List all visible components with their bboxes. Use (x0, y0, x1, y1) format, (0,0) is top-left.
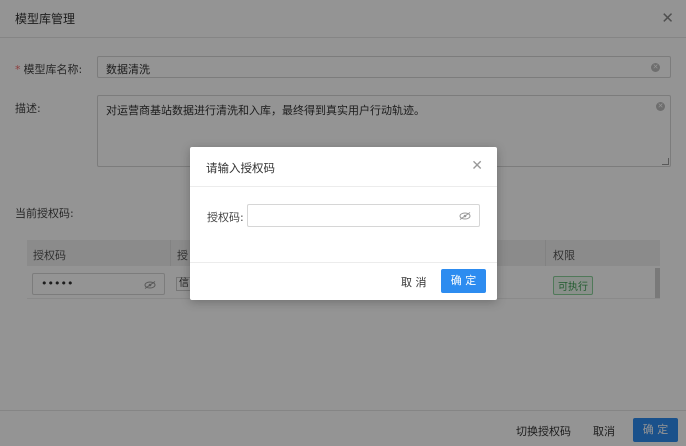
modal-confirm-button[interactable]: 确 定 (441, 269, 486, 293)
auth-code-input[interactable] (247, 204, 480, 227)
modal-cancel-button[interactable]: 取 消 (401, 274, 427, 290)
modal-title: 请输入授权码 (206, 161, 275, 175)
auth-code-modal: 请输入授权码 ✕ 授权码: 取 消 确 定 (190, 147, 497, 300)
eye-off-icon[interactable] (459, 212, 471, 220)
modal-footer-divider (190, 262, 497, 263)
modal-close-icon[interactable]: ✕ (471, 158, 483, 174)
modal-title-divider (190, 186, 497, 187)
modal-field-label: 授权码: (207, 211, 244, 224)
